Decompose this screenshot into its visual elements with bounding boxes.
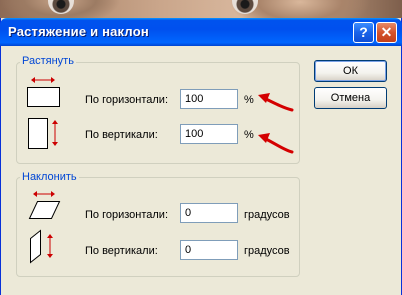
ok-button[interactable]: ОК [314, 60, 387, 82]
cancel-button[interactable]: Отмена [314, 87, 387, 109]
stretch-horizontal-label: По горизонтали: [85, 94, 168, 106]
annotation-arrow-icon [258, 133, 294, 154]
help-button[interactable]: ? [353, 22, 374, 43]
stretch-vertical-input[interactable]: 100 [180, 124, 238, 144]
skew-vertical-input[interactable]: 0 [180, 240, 238, 260]
stretch-legend: Растянуть [20, 55, 76, 67]
stretch-horizontal-icon [27, 77, 60, 107]
skew-legend: Наклонить [20, 171, 79, 183]
skew-vertical-unit: градусов [244, 245, 290, 257]
skew-horizontal-icon [28, 191, 61, 219]
skew-vertical-label: По вертикали: [85, 245, 158, 257]
stretch-horizontal-unit: % [244, 94, 254, 106]
skew-horizontal-unit: градусов [244, 209, 290, 221]
stretch-vertical-label: По вертикали: [85, 129, 158, 141]
stretch-vertical-icon [28, 118, 58, 149]
skew-horizontal-label: По горизонтали: [85, 209, 168, 221]
stretch-vertical-unit: % [244, 129, 254, 141]
dialog-title: Растяжение и наклон [8, 24, 149, 39]
stretch-horizontal-input[interactable]: 100 [180, 89, 238, 109]
close-button[interactable]: ✕ [376, 22, 397, 43]
annotation-arrow-icon [258, 93, 294, 112]
skew-horizontal-input[interactable]: 0 [180, 203, 238, 223]
skew-vertical-icon [30, 229, 53, 264]
